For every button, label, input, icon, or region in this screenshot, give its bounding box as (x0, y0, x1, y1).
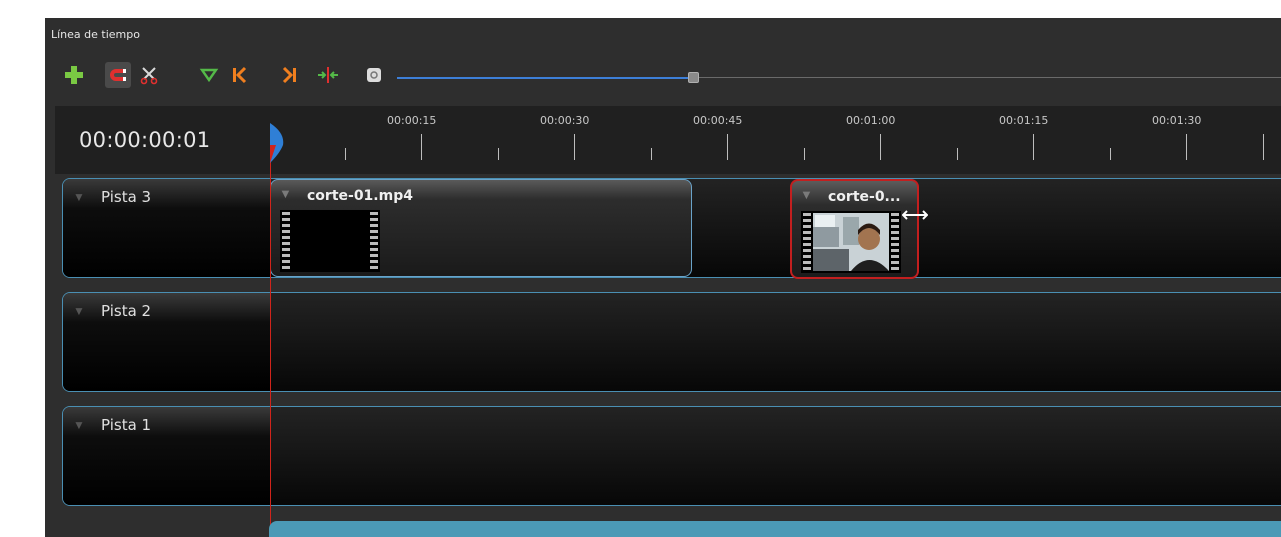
ruler-tick (1263, 134, 1264, 160)
ruler-tick (345, 148, 346, 160)
ruler-tick-label: 00:00:45 (693, 114, 743, 127)
add-marker-icon (199, 68, 219, 83)
center-playhead-button[interactable] (315, 62, 341, 88)
film-strip-holes (282, 212, 290, 270)
previous-marker-icon (233, 66, 247, 84)
clip-menu-icon[interactable]: ▼ (800, 187, 813, 202)
add-marker-button[interactable] (196, 62, 222, 88)
ruler-tick (957, 148, 958, 160)
snap-magnet-icon (110, 69, 126, 81)
clip-corte-02-selected[interactable]: ▼ corte-0... (790, 179, 919, 279)
next-marker-icon (282, 66, 296, 84)
track-collapse-icon[interactable]: ▼ (73, 418, 85, 432)
resize-cursor-icon (902, 210, 928, 220)
snap-toggle-button[interactable] (105, 62, 131, 88)
zoom-slider-track[interactable] (695, 77, 1281, 78)
track-pista-1[interactable]: ▼ Pista 1 (62, 406, 1281, 506)
add-track-button[interactable] (61, 62, 87, 88)
add-track-icon (65, 66, 83, 84)
playhead-handle-icon[interactable] (268, 123, 286, 163)
thumbnail-image (813, 213, 889, 271)
time-ruler[interactable]: 00:00:00:01 00:00:15 00:00:30 00:00:45 0… (55, 106, 1281, 174)
zoom-slider-fill[interactable] (397, 77, 689, 79)
ruler-tick (1186, 134, 1187, 160)
clip-thumbnail (280, 210, 380, 272)
panel-title: Línea de tiempo (51, 28, 140, 41)
ruler-tick-label: 00:00:30 (540, 114, 590, 127)
razor-button[interactable] (136, 62, 162, 88)
previous-marker-button[interactable] (226, 62, 252, 88)
razor-scissors-icon (140, 67, 158, 85)
ruler-tick (574, 134, 575, 160)
ruler-tick (804, 148, 805, 160)
track-header[interactable]: ▼ Pista 1 (63, 407, 270, 505)
track-label: Pista 1 (101, 416, 152, 434)
track-collapse-icon[interactable]: ▼ (73, 304, 85, 318)
ruler-tick (1110, 148, 1111, 160)
ruler-tick (421, 134, 422, 160)
current-time-display: 00:00:00:01 (79, 128, 211, 152)
track-pista-2[interactable]: ▼ Pista 2 (62, 292, 1281, 392)
film-strip-holes (891, 213, 899, 271)
center-playhead-icon (318, 67, 338, 83)
timeline-toolbar (45, 58, 1281, 92)
clip-corte-01[interactable]: ▼ corte-01.mp4 (270, 179, 692, 277)
track-header[interactable]: ▼ Pista 3 (63, 179, 270, 277)
timeline-panel: Línea de tiempo 00:00:00:01 00:00:15 00:… (45, 18, 1281, 537)
ruler-tick-label: 00:00:15 (387, 114, 437, 127)
next-marker-button[interactable] (277, 62, 303, 88)
zoom-out-button[interactable] (361, 62, 387, 88)
ruler-tick (651, 148, 652, 160)
ruler-tick-label: 00:01:15 (999, 114, 1049, 127)
ruler-tick (498, 148, 499, 160)
clip-menu-icon[interactable]: ▼ (279, 186, 292, 201)
ruler-tick (1033, 134, 1034, 160)
clip-title: corte-01.mp4 (307, 188, 413, 204)
playhead-line[interactable] (270, 124, 271, 537)
track-label: Pista 2 (101, 302, 152, 320)
film-strip-holes (370, 212, 378, 270)
zoom-out-icon (367, 68, 381, 82)
ruler-tick-label: 00:01:00 (846, 114, 896, 127)
clip-title: corte-0... (828, 189, 901, 205)
track-header[interactable]: ▼ Pista 2 (63, 293, 270, 391)
zoom-slider-handle[interactable] (688, 72, 699, 83)
clip-thumbnail (801, 211, 901, 273)
ruler-tick (727, 134, 728, 160)
track-label: Pista 3 (101, 188, 152, 206)
ruler-tick-label: 00:01:30 (1152, 114, 1202, 127)
track-collapse-icon[interactable]: ▼ (73, 190, 85, 204)
horizontal-scrollbar[interactable] (269, 521, 1281, 537)
ruler-tick (880, 134, 881, 160)
film-strip-holes (803, 213, 811, 271)
